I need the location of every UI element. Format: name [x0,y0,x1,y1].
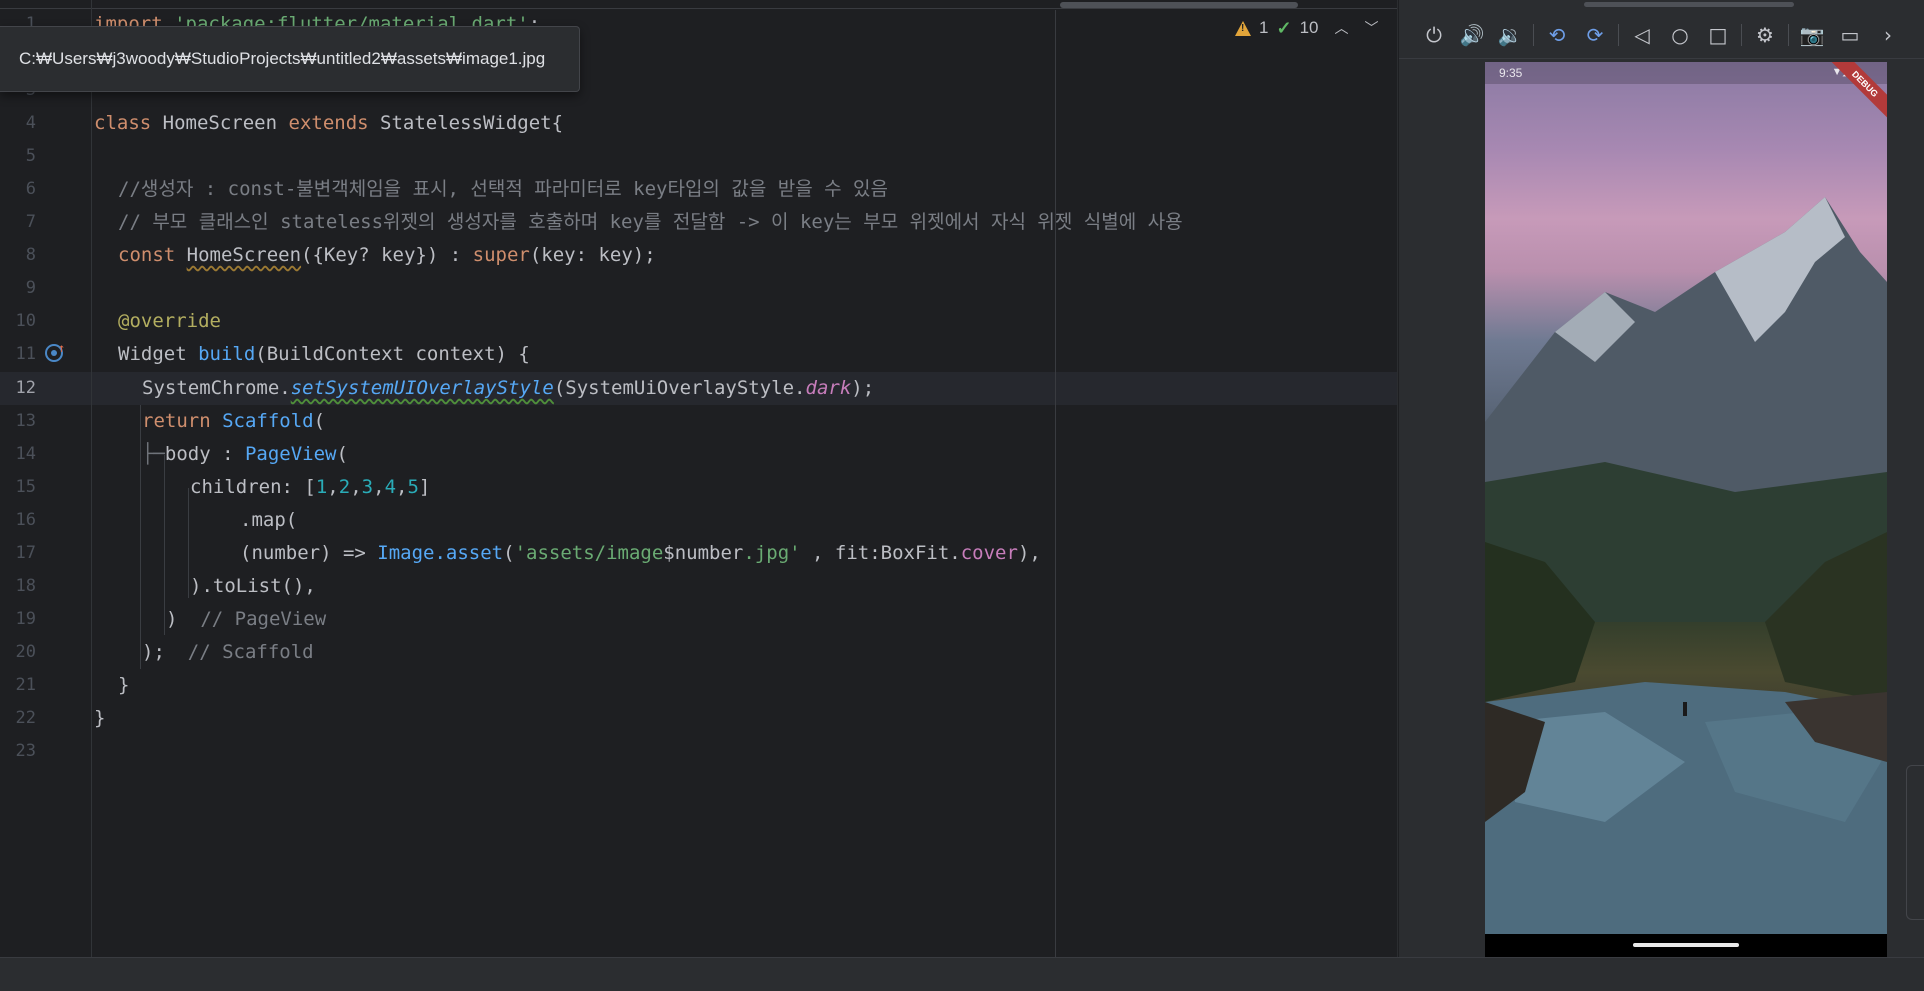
line-number-current: 12 [15,378,36,398]
device-status-bar: 9:35 ▼◢▮ [1485,62,1887,84]
right-margin-guide [1055,10,1056,957]
editor-horizontal-scrollbar[interactable] [1060,2,1298,8]
gesture-home-bar[interactable] [1633,943,1739,947]
line-number: 6 [25,179,36,199]
mountain-landscape-image [1485,197,1887,934]
line-number: 4 [25,113,36,133]
line-number: 14 [15,444,36,464]
weak-warning-check-icon: ✓ [1276,17,1292,38]
toolbar-separator [1618,24,1619,46]
more-chevron-icon[interactable]: › [1869,16,1907,54]
rotate-right-icon[interactable]: ⟳ [1576,16,1614,54]
code-line-11[interactable]: Widget build(BuildContext context) { [118,338,530,371]
line-number: 9 [25,278,36,298]
line-number: 15 [15,477,36,497]
power-icon[interactable]: ⏻ [1415,16,1453,54]
line-number: 8 [25,245,36,265]
emulator-toolbar: ⏻ 🔊 🔉 ⟲ ⟳ ◁ ○ □ ⚙ 📷 ▭ › [1399,14,1924,56]
back-icon[interactable]: ◁ [1623,16,1661,54]
code-line-17[interactable]: (number) => Image.asset('assets/image$nu… [240,537,1041,570]
code-line-20[interactable]: ); // Scaffold [142,636,314,669]
indent-guide [164,455,165,635]
code-line-19[interactable]: ) // PageView [166,603,326,636]
file-path-tooltip: C:₩Users₩j3woody₩StudioProjects₩untitled… [0,26,580,92]
line-number: 22 [15,708,36,728]
screenshot-icon[interactable]: 📷 [1793,16,1831,54]
side-panel-handle[interactable] [1906,765,1924,920]
chevron-up-icon[interactable]: ︿ [1334,18,1348,38]
overview-icon[interactable]: □ [1699,16,1737,54]
toolbar-separator [1533,24,1534,46]
code-line-15[interactable]: children: [1,2,3,4,5] [190,471,430,504]
emulator-scrollbar[interactable] [1584,2,1794,7]
override-arrow-icon: ↑ [58,341,66,355]
device-settings-icon[interactable]: ⚙ [1746,16,1784,54]
code-line-14[interactable]: ├─body : PageView( [142,438,348,471]
volume-up-icon[interactable]: 🔊 [1453,16,1491,54]
line-number: 10 [15,311,36,331]
inspection-widget[interactable]: 1 ✓ 10 ︿ ﹀ [1235,16,1378,40]
code-editor[interactable]: 1 2 3 4 5 6 7 8 9 10 11 12 13 14 15 16 1… [0,0,1398,957]
warning-count: 1 [1259,18,1269,37]
toolbar-separator [1741,24,1742,46]
volume-down-icon[interactable]: 🔉 [1491,16,1529,54]
device-frame[interactable]: 9:35 ▼◢▮ DEBUG [1485,62,1887,957]
rotate-left-icon[interactable]: ⟲ [1538,16,1576,54]
line-number: 13 [15,411,36,431]
code-line-22[interactable]: } [94,702,105,735]
line-number: 19 [15,609,36,629]
line-number: 17 [15,543,36,563]
status-time: 9:35 [1499,66,1523,80]
toolbar-separator [1788,24,1789,46]
indent-guide [140,405,141,669]
code-line-21[interactable]: } [118,669,129,702]
line-number: 5 [25,146,36,166]
running-devices-panel: ⏻ 🔊 🔉 ⟲ ⟳ ◁ ○ □ ⚙ 📷 ▭ › 9:35 DEBUG [1399,0,1924,957]
code-line-4[interactable]: class HomeScreen extends StatelessWidget… [94,107,563,140]
warning-icon [1235,20,1251,36]
toolbar-divider [1399,58,1924,59]
line-number: 7 [25,212,36,232]
line-number: 23 [15,741,36,761]
indent-guide [188,488,189,598]
chevron-down-icon[interactable]: ﹀ [1364,18,1378,38]
line-number: 11 [15,344,36,364]
home-icon[interactable]: ○ [1661,16,1699,54]
line-number: 21 [15,675,36,695]
device-screen-image[interactable]: 9:35 ▼◢▮ DEBUG [1485,62,1887,934]
line-number: 20 [15,642,36,662]
tooltip-text: C:₩Users₩j3woody₩StudioProjects₩untitled… [19,49,546,68]
screen-record-icon[interactable]: ▭ [1831,16,1869,54]
code-line-12[interactable]: SystemChrome.setSystemUIOverlayStyle(Sys… [142,372,874,405]
code-line-8[interactable]: const HomeScreen({Key? key}) : super(key… [118,239,656,272]
code-line-16[interactable]: .map( [240,504,297,537]
code-line-18[interactable]: ).toList(), [190,570,316,603]
code-line-13[interactable]: return Scaffold( [142,405,325,438]
code-line-10-annotation[interactable]: @override [118,305,221,338]
weak-warning-count: 10 [1299,18,1319,37]
code-line-7-comment[interactable]: // 부모 클래스인 stateless위젯의 생성자를 호출하며 key를 전… [118,206,1183,239]
bottom-status-bar [0,957,1924,991]
code-line-6-comment[interactable]: //생성자 : const-불변객체임을 표시, 선택적 파라미터로 key타입… [118,173,888,206]
line-number: 18 [15,576,36,596]
line-number: 16 [15,510,36,530]
